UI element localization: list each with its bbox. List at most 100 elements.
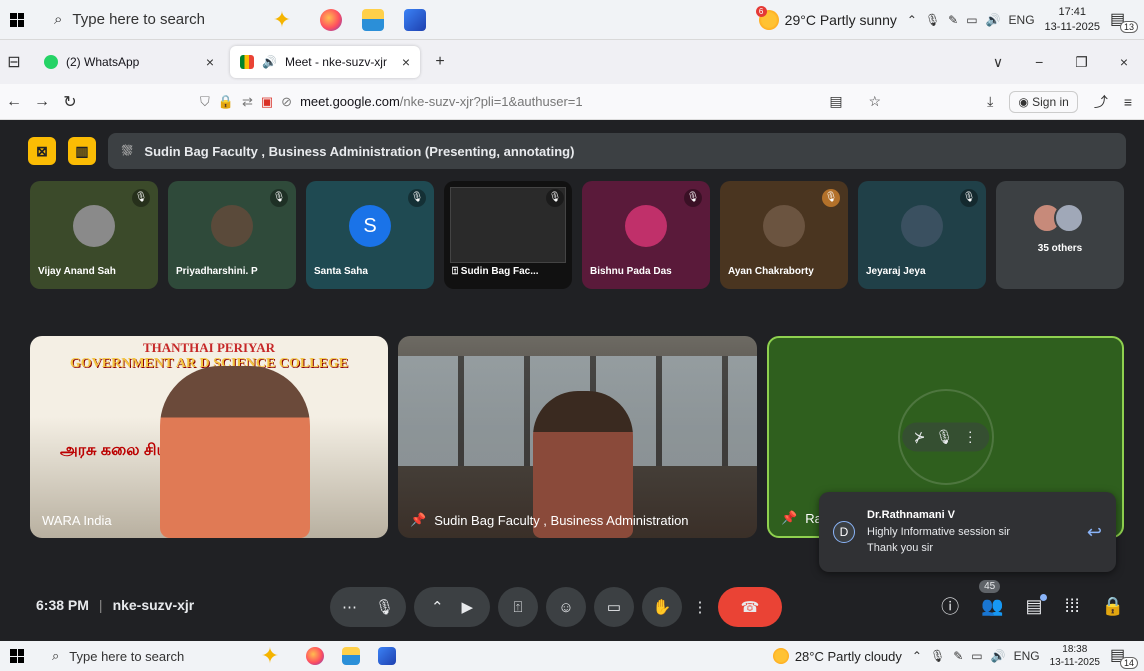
people-icon: 👥 [981, 595, 1004, 616]
start-button[interactable] [0, 0, 34, 39]
participant-tile[interactable]: 🎙 Ayan Chakraborty [720, 181, 848, 289]
chat-notification[interactable]: D Dr.Rathnamani V Highly Informative ses… [819, 492, 1116, 572]
reply-icon[interactable]: ↩ [1087, 522, 1102, 543]
clock[interactable]: 17:41 13-11-2025 [1045, 5, 1100, 35]
pin-icon[interactable]: 📌 [781, 510, 797, 526]
present-icon: ⍐ [452, 266, 461, 277]
microphone-icon[interactable]: 🎙 [925, 13, 940, 27]
tab-meet[interactable]: 🔊 Meet - nke-suzv-xjr × [230, 46, 420, 78]
file-explorer-icon[interactable] [362, 8, 384, 31]
battery-icon[interactable]: ▭ [971, 649, 982, 663]
present-button[interactable]: ⍐ [498, 587, 538, 627]
tab-whatsapp[interactable]: (2) WhatsApp × [34, 46, 224, 78]
new-tab-button[interactable]: + [426, 53, 454, 71]
share-icon[interactable]: ⤴ [1094, 92, 1108, 112]
mic-button-icon[interactable]: 🎙 [375, 598, 394, 616]
captions-button[interactable]: ▭ [594, 587, 634, 627]
battery-icon[interactable]: ▭ [966, 13, 977, 27]
weather-badge: 6 [755, 5, 767, 17]
video-tile-wara[interactable]: THANTHAI PERIYAR GOVERNMENT AR D SCIENCE… [30, 336, 388, 538]
reactions-button[interactable]: ☺ [546, 587, 586, 627]
file-explorer-icon[interactable] [342, 647, 360, 665]
avatar [211, 205, 253, 248]
chevron-up-icon[interactable]: ⌃ [907, 13, 917, 27]
firefox-icon[interactable] [306, 647, 324, 665]
store-icon[interactable] [378, 647, 396, 665]
close-tab-icon[interactable]: × [402, 54, 410, 70]
more-audio-icon[interactable]: ⋯ [342, 598, 357, 616]
lock-icon[interactable]: 🔒 [218, 94, 234, 110]
speaker-icon[interactable]: 🔊 [986, 13, 1001, 27]
firefox-icon[interactable] [320, 8, 342, 31]
permissions-icon[interactable]: ⇄ [242, 94, 253, 110]
taskbar-search[interactable]: ⌕ Type here to search [34, 0, 234, 39]
download-icon[interactable]: ⤓ [987, 93, 993, 110]
pin-icon[interactable]: 📌 [410, 512, 426, 528]
sign-in-button[interactable]: ◉ Sign in [1009, 90, 1078, 113]
tab-dropdown-icon[interactable]: ∨ [993, 54, 1003, 71]
mic-blocked-icon[interactable]: ⊘ [281, 94, 292, 110]
layout-button[interactable]: ▥ [68, 137, 96, 165]
hide-presentation-button[interactable]: ⊠ [28, 137, 56, 165]
meeting-info-icon[interactable]: ⓘ [941, 593, 959, 619]
menu-icon[interactable]: ≡ [1124, 94, 1132, 110]
sparkle-icon[interactable]: ✦ [264, 7, 300, 33]
raise-hand-button[interactable]: ✋ [642, 587, 682, 627]
more-options-icon[interactable]: ⋮ [963, 429, 977, 446]
windows-icon [10, 12, 24, 27]
camera-button-icon[interactable]: ▶ [462, 598, 474, 616]
pen-icon[interactable]: ✎ [948, 13, 958, 27]
participant-tile[interactable]: 🎙 Vijay Anand Sah [30, 181, 158, 289]
tab-list-icon[interactable]: ⊟ [0, 52, 28, 72]
unpin-icon[interactable]: ⊁ [914, 429, 926, 446]
clock[interactable]: 18:38 13-11-2025 [1050, 643, 1100, 669]
clock-date: 13-11-2025 [1044, 20, 1100, 33]
minimize-button[interactable]: − [1035, 54, 1043, 71]
pen-icon[interactable]: ✎ [953, 649, 963, 663]
participant-tile[interactable]: 🎙 ⍐ Sudin Bag Fac... [444, 181, 572, 289]
microphone-icon[interactable]: 🎙 [930, 649, 945, 663]
forward-icon[interactable]: → [28, 93, 56, 111]
shield-icon[interactable]: ⛉ [200, 94, 210, 110]
weather-widget[interactable]: 28°C Partly cloudy [772, 648, 902, 664]
restore-button[interactable]: ❐ [1075, 54, 1088, 71]
back-icon[interactable]: ← [0, 93, 28, 111]
chevron-up-icon[interactable]: ⌃ [912, 649, 922, 663]
participant-tile[interactable]: 🎙 S Santa Saha [306, 181, 434, 289]
weather-widget[interactable]: 6 29°C Partly sunny [755, 5, 897, 30]
mic-icon[interactable]: 🎙 [935, 429, 953, 446]
people-button[interactable]: 45 👥 [979, 579, 1004, 617]
taskbar-search[interactable]: ⌕ Type here to search [34, 641, 224, 671]
language-indicator[interactable]: ENG [1014, 649, 1040, 663]
close-button[interactable]: × [1120, 54, 1128, 71]
participant-tile[interactable]: 🎙 Jeyaraj Jeya [858, 181, 986, 289]
video-tile-sudin[interactable]: 📌 Sudin Bag Faculty , Business Administr… [398, 336, 757, 538]
reload-icon[interactable]: ↻ [56, 92, 84, 112]
language-indicator[interactable]: ENG [1009, 13, 1035, 27]
people-count: 45 [979, 579, 1001, 593]
speaker-icon[interactable]: 🔊 [991, 649, 1006, 663]
host-controls-icon[interactable]: 🔒 [1102, 596, 1124, 617]
start-button[interactable] [0, 641, 34, 671]
store-icon[interactable] [404, 8, 426, 31]
chat-button[interactable]: ▤ [1026, 593, 1047, 617]
account-icon: ◉ [1018, 94, 1033, 109]
url-bar[interactable]: ⛉ 🔒 ⇄ ▣ ⊘ meet.google.com/nke-suzv-xjr?p… [200, 89, 880, 115]
notification-button[interactable]: ▤ 13 [1110, 9, 1138, 33]
close-tab-icon[interactable]: × [206, 54, 214, 70]
more-options-button[interactable]: ⋮ [690, 587, 710, 627]
participant-tile[interactable]: 🎙 Bishnu Pada Das [582, 181, 710, 289]
participant-name: Priyadharshini. P [176, 266, 258, 277]
mic-off-icon: 🎙 [546, 189, 564, 207]
chevron-up-icon[interactable]: ⌃ [431, 598, 444, 616]
participant-tile[interactable]: 🎙 Priyadharshini. P [168, 181, 296, 289]
leave-call-button[interactable]: ☎ [718, 587, 782, 627]
camera-permission-icon[interactable]: ▣ [261, 94, 273, 110]
others-tile[interactable]: 35 others [996, 181, 1124, 289]
activities-icon[interactable]: ⁞⁞⁞ [1065, 596, 1080, 617]
video-control: ⌃ ▶ [414, 587, 490, 627]
poster-title: THANTHAI PERIYAR [142, 340, 276, 355]
notification-button[interactable]: ▤ 14 [1110, 645, 1138, 669]
sparkle-icon[interactable]: ✦ [252, 643, 288, 669]
mic-off-icon: 🎙 [684, 189, 702, 207]
